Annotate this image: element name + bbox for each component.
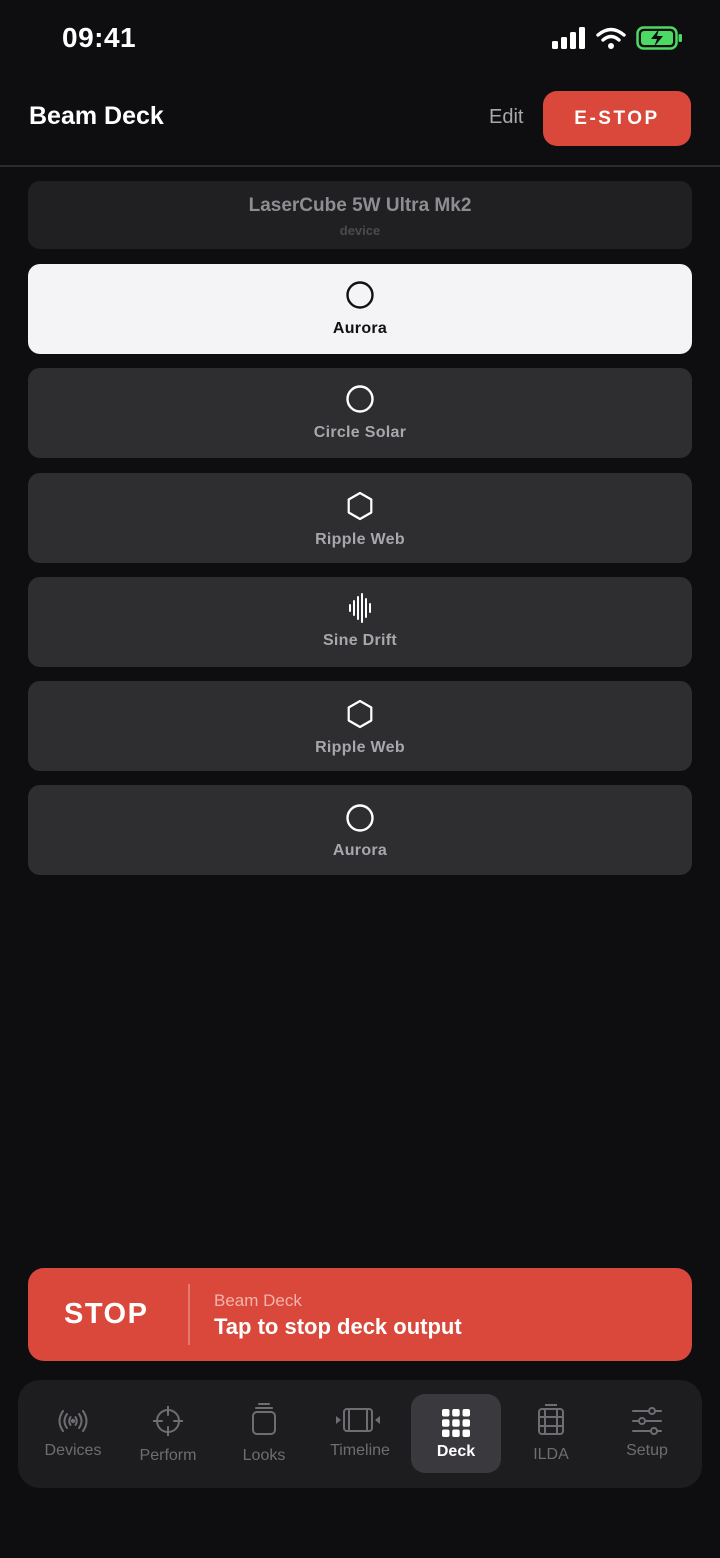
deck-item[interactable]: Ripple Web: [28, 473, 692, 563]
hexagon-icon: [347, 491, 373, 521]
tab-bar: Devices Perform Looks Timeline Deck ILDA…: [18, 1380, 702, 1488]
cellular-signal-icon: [552, 27, 585, 49]
grid-icon: [442, 1409, 470, 1437]
header: Beam Deck Edit E-STOP: [0, 88, 720, 150]
deck-item[interactable]: Sine Drift: [28, 577, 692, 667]
device-name: LaserCube 5W Ultra Mk2: [248, 195, 472, 216]
tab-looks[interactable]: Looks: [219, 1380, 309, 1488]
tab-label: ILDA: [533, 1446, 569, 1463]
waveform-icon: [349, 593, 371, 623]
broadcast-icon: [58, 1410, 88, 1432]
deck-item-label: Aurora: [332, 320, 388, 337]
deck-item[interactable]: Aurora: [28, 785, 692, 875]
deck-item-label: Ripple Web: [315, 531, 405, 548]
deck-item-label: Ripple Web: [315, 739, 405, 756]
deck-item-label: Sine Drift: [322, 632, 398, 649]
tab-label: Perform: [139, 1447, 197, 1464]
tab-label: Looks: [242, 1447, 286, 1464]
tab-label: Setup: [626, 1442, 668, 1459]
stop-deck-bar[interactable]: STOP Beam Deck Tap to stop deck output: [28, 1268, 692, 1361]
crosshair-icon: [153, 1406, 183, 1436]
status-time: 09:41: [62, 22, 137, 53]
tab-label: Deck: [436, 1443, 476, 1460]
tab-perform[interactable]: Perform: [123, 1380, 213, 1488]
emergency-stop-button[interactable]: E-STOP: [543, 91, 691, 146]
stop-description: Tap to stop deck output: [214, 1314, 462, 1339]
deck-item-label: Aurora: [332, 842, 388, 859]
hexagon-icon: [347, 699, 373, 729]
tab-devices[interactable]: Devices: [28, 1380, 118, 1488]
tab-label: Devices: [44, 1442, 102, 1459]
edit-button[interactable]: Edit: [489, 106, 523, 129]
stop-subtitle: Beam Deck: [214, 1291, 302, 1310]
deck-item[interactable]: Ripple Web: [28, 681, 692, 771]
page-title: Beam Deck: [29, 102, 164, 130]
status-bar: 09:41: [0, 0, 720, 80]
sliders-icon: [632, 1407, 662, 1435]
film-play-icon: [336, 1408, 380, 1432]
deck-item[interactable]: Circle Solar: [28, 368, 692, 458]
circle-icon: [346, 804, 374, 832]
tab-ilda[interactable]: ILDA: [506, 1380, 596, 1488]
deck-item-label: Circle Solar: [313, 424, 407, 441]
battery-charging-icon: [636, 26, 682, 50]
header-divider: [0, 165, 720, 167]
tab-label: Timeline: [330, 1442, 390, 1459]
circle-icon: [346, 281, 374, 309]
wifi-icon: [596, 27, 626, 49]
stack-icon: [252, 1403, 276, 1435]
film-icon: [538, 1404, 564, 1435]
circle-icon: [346, 385, 374, 413]
tab-timeline[interactable]: Timeline: [315, 1380, 405, 1488]
status-icons: [552, 26, 684, 50]
tab-deck[interactable]: Deck: [411, 1380, 501, 1488]
stop-label: STOP: [64, 1298, 149, 1330]
device-card[interactable]: LaserCube 5W Ultra Mk2 device: [28, 181, 692, 249]
deck-item[interactable]: Aurora: [28, 264, 692, 354]
stop-divider: [188, 1284, 190, 1345]
tab-setup[interactable]: Setup: [602, 1380, 692, 1488]
device-subtitle: device: [339, 223, 381, 238]
